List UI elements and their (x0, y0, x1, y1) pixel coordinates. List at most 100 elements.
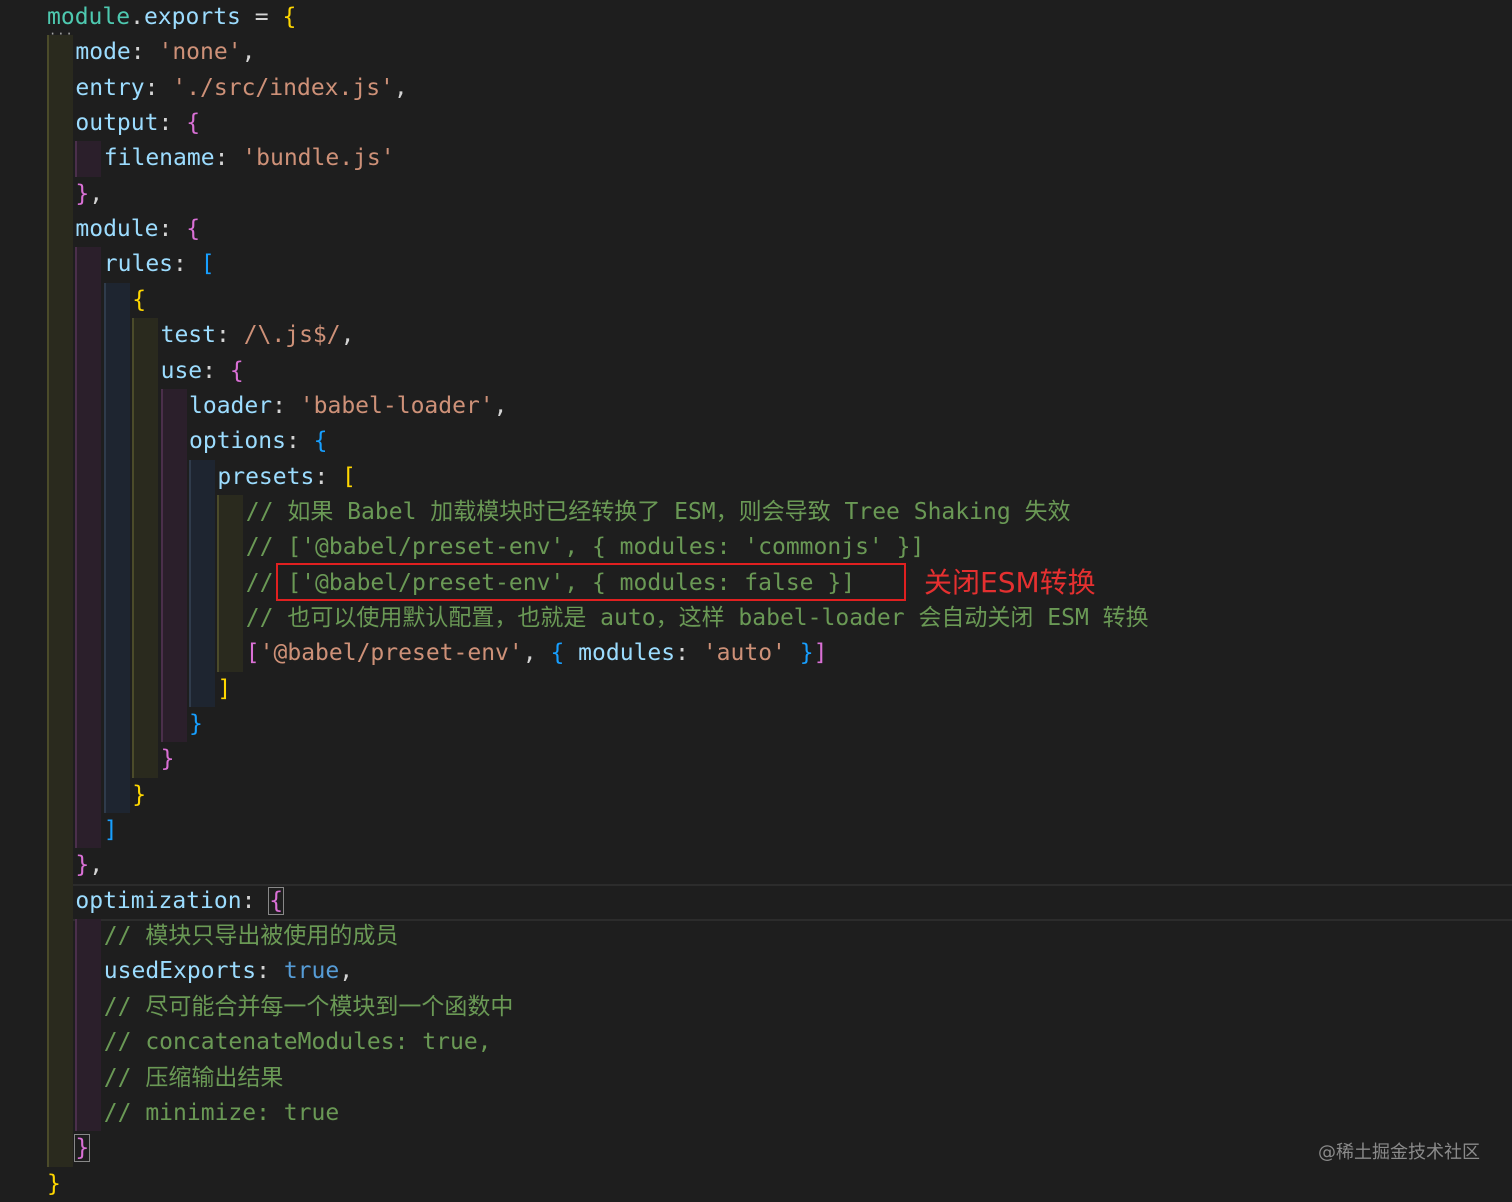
code-line[interactable]: filename: 'bundle.js' (104, 141, 395, 176)
code-token: , (241, 39, 256, 66)
indent-guide-line (47, 35, 49, 1167)
code-token: { (268, 886, 285, 915)
watermark: @稀土掘金技术社区 (1318, 1142, 1480, 1163)
code-token: . (130, 4, 144, 30)
code-line[interactable]: }, (75, 848, 103, 883)
code-line[interactable]: // 也可以使用默认配置，也就是 auto，这样 babel-loader 会自… (246, 601, 1149, 636)
indent-guide-fill (217, 494, 244, 672)
indent-guide-line (160, 388, 163, 743)
code-token: test (160, 322, 216, 349)
code-line[interactable]: module.exports = { (47, 0, 296, 35)
indent-guide-fill (189, 459, 215, 707)
code-token: : (285, 428, 314, 455)
code-token: // ['@babel/preset-env', { modules: 'com… (245, 534, 925, 561)
code-line[interactable]: loader: 'babel-loader', (189, 389, 508, 424)
annotation-label: 关闭ESM转换 (924, 566, 1096, 599)
code-token: // 也可以使用默认配置，也就是 auto，这样 babel-loader 会自… (245, 604, 1149, 631)
code-token: usedExports (103, 958, 257, 985)
code-line[interactable]: ] (217, 672, 231, 707)
code-token: } (74, 1134, 91, 1163)
code-line[interactable]: test: /\.js$/, (161, 318, 355, 353)
code-token: : (158, 216, 187, 243)
code-line[interactable]: entry: './src/index.js', (75, 71, 407, 106)
code-token: // concatenateModules: true, (103, 1029, 492, 1056)
code-token: : (144, 74, 173, 101)
highlight-box (276, 563, 906, 601)
code-token: : (675, 640, 703, 667)
code-token: ] (813, 640, 828, 667)
code-token: : (241, 887, 270, 914)
code-token: // minimize: true (103, 1099, 340, 1126)
code-line[interactable]: // 如果 Babel 加载模块时已经转换了 ESM，则会导致 Tree Sha… (246, 495, 1071, 530)
code-token: = (240, 4, 283, 30)
code-token: /\.js$/ (243, 322, 341, 349)
code-line[interactable]: presets: [ (217, 460, 356, 495)
code-line[interactable]: } (132, 778, 146, 813)
code-token: presets (217, 463, 315, 490)
indent-guide-fill (75, 919, 102, 1132)
code-token: : (256, 958, 284, 985)
code-editor[interactable]: module.exports = {mode: 'none', entry: '.… (0, 0, 1512, 1197)
code-token: { (229, 357, 244, 384)
indent-guide-line (217, 494, 220, 672)
code-token: { (282, 4, 297, 30)
code-token: ] (103, 817, 118, 844)
indent-guide-line (75, 919, 78, 1132)
code-token: entry (75, 74, 145, 101)
code-line[interactable]: options: { (189, 424, 328, 459)
code-line[interactable]: // 压缩输出结果 (104, 1061, 284, 1096)
code-line[interactable]: // 模块只导出被使用的成员 (104, 919, 399, 954)
code-token: } (75, 852, 90, 879)
code-line[interactable]: output: { (75, 106, 200, 141)
code-line[interactable]: module: { (75, 212, 200, 247)
code-token: : (215, 322, 244, 349)
indent-guide-fill (75, 247, 102, 849)
code-line[interactable]: // concatenateModules: true, (104, 1025, 492, 1060)
code-token: './src/index.js' (172, 74, 394, 101)
code-line[interactable]: }, (75, 177, 103, 212)
code-token: // 尽可能合并每一个模块到一个函数中 (103, 993, 514, 1020)
code-line[interactable]: } (47, 1167, 61, 1202)
code-line[interactable]: // 尽可能合并每一个模块到一个函数中 (104, 990, 514, 1025)
code-token: { (313, 428, 328, 455)
code-line[interactable]: rules: [ (104, 247, 215, 282)
indent-guide-line (103, 282, 106, 814)
code-token: output (75, 110, 159, 137)
code-line[interactable]: // ['@babel/preset-env', { modules: 'com… (246, 530, 925, 565)
code-token: // 模块只导出被使用的成员 (103, 923, 399, 950)
code-line[interactable]: optimization: { (75, 884, 285, 919)
code-line[interactable]: } (189, 707, 203, 742)
code-line[interactable]: ['@babel/preset-env', { modules: 'auto' … (246, 636, 828, 671)
code-token: : (173, 251, 201, 278)
code-token: , (89, 852, 104, 879)
indent-guide-fill (75, 141, 102, 177)
code-token: , (340, 322, 355, 349)
code-line[interactable]: ] (104, 813, 118, 848)
code-token: : (314, 463, 343, 490)
indent-guide-fill (160, 388, 187, 743)
code-token: { (132, 286, 147, 313)
code-token: 'auto' (702, 640, 786, 667)
code-line[interactable]: } (161, 742, 175, 777)
code-line[interactable]: usedExports: true, (104, 954, 353, 989)
code-token: 'bundle.js' (242, 145, 395, 172)
code-token: // 压缩输出结果 (103, 1064, 284, 1091)
code-token: { (186, 216, 201, 243)
code-token: , (493, 392, 508, 419)
code-token: exports (143, 4, 241, 30)
code-line[interactable]: use: { (161, 354, 244, 389)
code-token: 'none' (158, 39, 242, 66)
code-token: } (189, 711, 203, 737)
code-token: } (799, 640, 814, 667)
code-line[interactable]: // minimize: true (104, 1096, 339, 1131)
code-line[interactable]: mode: 'none', (75, 35, 255, 70)
code-token: [ (200, 251, 215, 278)
code-line[interactable]: } (74, 1131, 91, 1166)
indent-guide-fill (132, 318, 159, 778)
code-line[interactable]: { (132, 283, 146, 318)
code-token: true (283, 958, 340, 985)
code-token: } (160, 746, 175, 773)
code-token: optimization (75, 887, 242, 914)
code-token: // 如果 Babel 加载模块时已经转换了 ESM，则会导致 Tree Sha… (245, 498, 1071, 525)
